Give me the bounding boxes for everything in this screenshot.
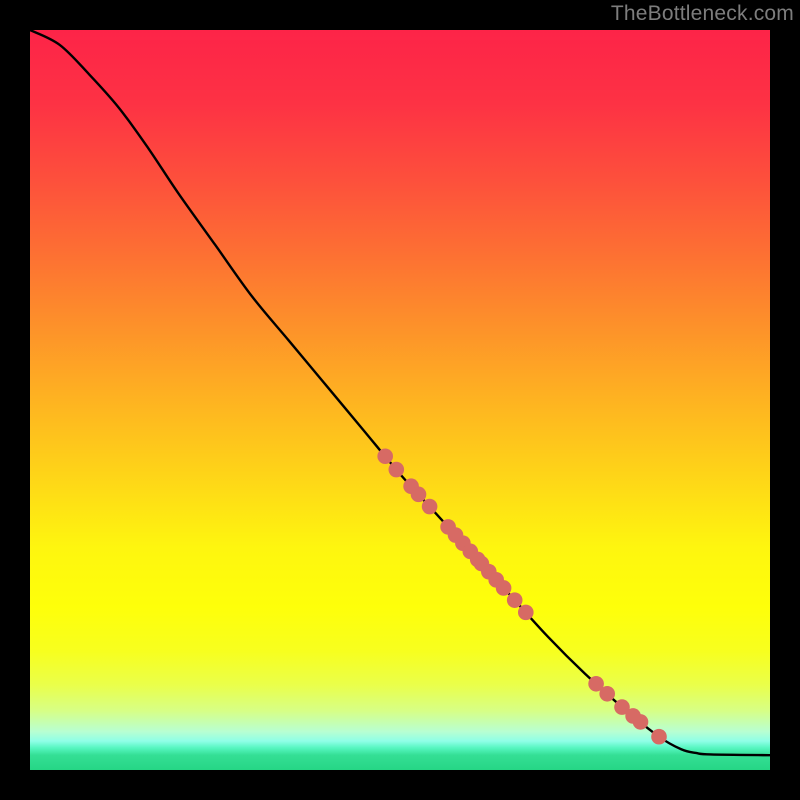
plot-area xyxy=(30,30,770,770)
data-point xyxy=(422,499,438,515)
data-point xyxy=(496,580,512,596)
data-point xyxy=(599,686,615,702)
curve-overlay xyxy=(30,30,770,770)
data-point xyxy=(411,487,427,503)
data-point xyxy=(389,462,405,478)
data-point xyxy=(518,605,534,621)
watermark-text: TheBottleneck.com xyxy=(611,2,794,26)
data-point xyxy=(507,592,523,608)
data-point xyxy=(651,729,667,745)
bottleneck-curve xyxy=(30,30,770,755)
chart-container: TheBottleneck.com xyxy=(0,0,800,800)
data-point xyxy=(377,448,393,464)
data-points xyxy=(377,448,666,744)
data-point xyxy=(633,714,649,730)
